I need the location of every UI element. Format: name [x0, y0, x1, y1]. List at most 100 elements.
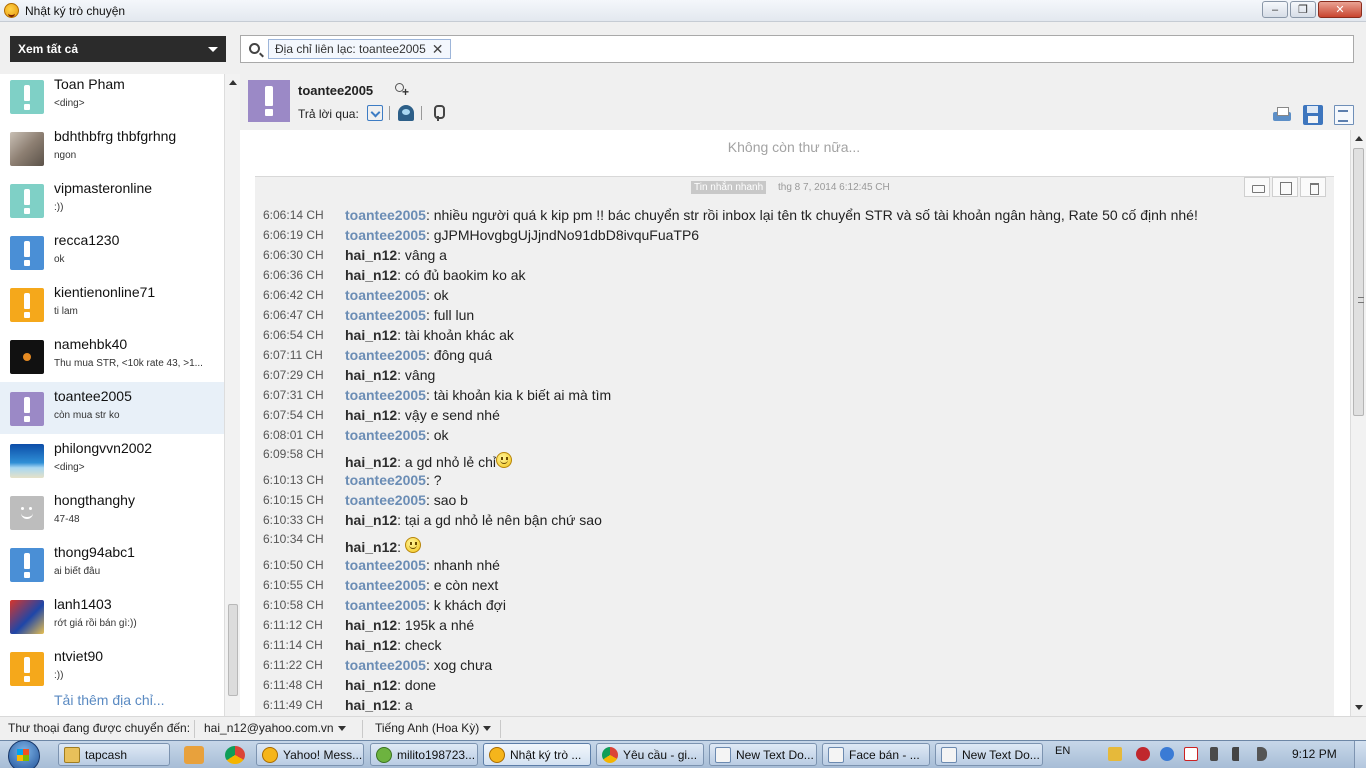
message-sender[interactable]: toantee2005: [345, 597, 426, 613]
scrollbar-thumb[interactable]: [1353, 148, 1364, 416]
conversation-delete-icon[interactable]: [1300, 177, 1326, 197]
remove-token-icon[interactable]: ✕: [432, 41, 444, 58]
message-sender[interactable]: hai_n12: [345, 539, 397, 555]
add-contact-icon[interactable]: [393, 82, 409, 99]
print-icon[interactable]: [1272, 105, 1292, 125]
maximize-button[interactable]: ❐: [1290, 1, 1316, 18]
contact-item[interactable]: Toan Pham <ding>: [0, 74, 224, 122]
contact-avatar: [10, 600, 44, 634]
chrome-icon[interactable]: [225, 746, 245, 764]
notification-flag-icon[interactable]: [1108, 747, 1122, 761]
message-sender[interactable]: toantee2005: [345, 227, 426, 243]
vietkey-icon[interactable]: [1184, 747, 1198, 761]
message-sender[interactable]: hai_n12: [345, 637, 397, 653]
conversation-save-icon[interactable]: [1272, 177, 1298, 197]
contact-item[interactable]: bdhthbfrg thbfgrhng ngon: [0, 122, 224, 174]
minimize-button[interactable]: –: [1262, 1, 1288, 18]
contact-item[interactable]: thong94abc1 ai biết đâu: [0, 538, 224, 590]
yahoo-icon: [489, 746, 505, 763]
account-dropdown[interactable]: hai_n12@yahoo.com.vn: [204, 721, 346, 735]
message-sender[interactable]: toantee2005: [345, 657, 426, 673]
contact-item[interactable]: lanh1403 rớt giá rồi bán gì:)): [0, 590, 224, 642]
chat-header: toantee2005 Trả lời qua:: [240, 74, 1366, 130]
media-player-icon[interactable]: [184, 746, 204, 764]
scrollbar-thumb[interactable]: [228, 604, 238, 696]
load-more-contacts-link[interactable]: Tải thêm địa chỉ...: [54, 692, 165, 708]
contact-status: <ding>: [54, 462, 85, 473]
search-filter-token[interactable]: Địa chỉ liên lạc: toantee2005 ✕: [268, 39, 451, 59]
search-box[interactable]: Địa chỉ liên lạc: toantee2005 ✕: [240, 35, 1354, 63]
message-reply-icon[interactable]: [367, 105, 383, 121]
contact-item[interactable]: recca1230 ok: [0, 226, 224, 278]
message-time: 6:06:19 CH: [263, 228, 324, 242]
search-input[interactable]: [471, 40, 1331, 58]
message-sender[interactable]: toantee2005: [345, 427, 426, 443]
taskbar-app-button[interactable]: tapcash: [58, 743, 170, 766]
message-sender[interactable]: toantee2005: [345, 387, 426, 403]
message-sender[interactable]: toantee2005: [345, 287, 426, 303]
taskbar-app-button[interactable]: Nhật ký trò ...: [483, 743, 591, 766]
taskbar-app-button[interactable]: milito198723...: [370, 743, 478, 766]
message-sender[interactable]: toantee2005: [345, 347, 426, 363]
message-sender[interactable]: toantee2005: [345, 307, 426, 323]
taskbar-clock[interactable]: 9:12 PM: [1292, 747, 1337, 761]
conversation-date: thg 8 7, 2014 6:12:45 CH: [778, 182, 890, 193]
network-app-icon[interactable]: [1160, 747, 1174, 761]
message-sender[interactable]: hai_n12: [345, 617, 397, 633]
start-button[interactable]: [2, 737, 46, 768]
close-button[interactable]: ✕: [1318, 1, 1362, 18]
contact-status: <ding>: [54, 98, 85, 109]
taskbar-app-button[interactable]: Yahoo! Mess...: [256, 743, 364, 766]
contact-item[interactable]: hongthanghy 47-48: [0, 486, 224, 538]
contact-item[interactable]: kientienonline71 ti lam: [0, 278, 224, 330]
scroll-down-icon[interactable]: [1355, 705, 1363, 710]
taskbar-app-button[interactable]: New Text Do...: [935, 743, 1043, 766]
message-sender[interactable]: hai_n12: [345, 327, 397, 343]
view-filter-dropdown[interactable]: Xem tất cả: [10, 36, 226, 62]
webcam-reply-icon[interactable]: [398, 105, 414, 121]
contact-item[interactable]: philongvvn2002 <ding>: [0, 434, 224, 486]
language-dropdown[interactable]: Tiếng Anh (Hoa Kỳ): [375, 721, 492, 735]
signal-icon[interactable]: [1232, 747, 1246, 761]
message-sender[interactable]: hai_n12: [345, 267, 397, 283]
message-time: 6:11:22 CH: [263, 658, 323, 672]
contact-item[interactable]: namehbk40 Thu mua STR, <10k rate 43, >1..…: [0, 330, 224, 382]
message-sender[interactable]: hai_n12: [345, 454, 397, 470]
message-time: 6:10:58 CH: [263, 598, 324, 612]
scroll-up-icon[interactable]: [229, 80, 237, 85]
contact-item[interactable]: toantee2005 còn mua str ko: [0, 382, 224, 434]
input-language-indicator[interactable]: EN: [1055, 745, 1070, 757]
tray-app-icon[interactable]: [1136, 747, 1150, 761]
chat-scrollbar[interactable]: [1350, 130, 1366, 716]
message-sender[interactable]: toantee2005: [345, 492, 426, 508]
message-sender[interactable]: hai_n12: [345, 677, 397, 693]
message-time: 6:10:34 CH: [263, 532, 324, 546]
message-sender[interactable]: hai_n12: [345, 697, 397, 713]
taskbar-app-button[interactable]: Face bán - ...: [822, 743, 930, 766]
contact-item[interactable]: vipmasteronline:)): [0, 174, 224, 226]
scroll-up-icon[interactable]: [1355, 136, 1363, 141]
show-desktop-button[interactable]: [1354, 741, 1366, 768]
message-row: 6:11:49 CH hai_n12: a: [263, 697, 1323, 716]
message-text: : đông quá: [425, 347, 493, 363]
conversation-print-icon[interactable]: [1244, 177, 1270, 197]
contact-list-scrollbar[interactable]: [224, 74, 240, 716]
volume-icon[interactable]: [1257, 747, 1267, 761]
message-sender[interactable]: hai_n12: [345, 247, 397, 263]
message-sender[interactable]: hai_n12: [345, 367, 397, 383]
message-row: 6:07:31 CH toantee2005: tài khoản kia k b…: [263, 387, 1323, 407]
message-sender[interactable]: toantee2005: [345, 207, 426, 223]
message-sender[interactable]: toantee2005: [345, 472, 426, 488]
message-sender[interactable]: toantee2005: [345, 577, 426, 593]
taskbar-app-button[interactable]: New Text Do...: [709, 743, 817, 766]
taskbar-app-label: tapcash: [85, 747, 128, 762]
message-sender[interactable]: toantee2005: [345, 557, 426, 573]
delete-history-icon[interactable]: [1334, 105, 1354, 125]
save-icon[interactable]: [1303, 105, 1323, 125]
contact-item[interactable]: ntviet90:)): [0, 642, 224, 694]
battery-icon[interactable]: [1210, 747, 1218, 761]
message-sender[interactable]: hai_n12: [345, 512, 397, 528]
voice-reply-icon[interactable]: [430, 105, 446, 121]
message-sender[interactable]: hai_n12: [345, 407, 397, 423]
taskbar-app-button[interactable]: Yêu cầu - gi...: [596, 743, 704, 766]
